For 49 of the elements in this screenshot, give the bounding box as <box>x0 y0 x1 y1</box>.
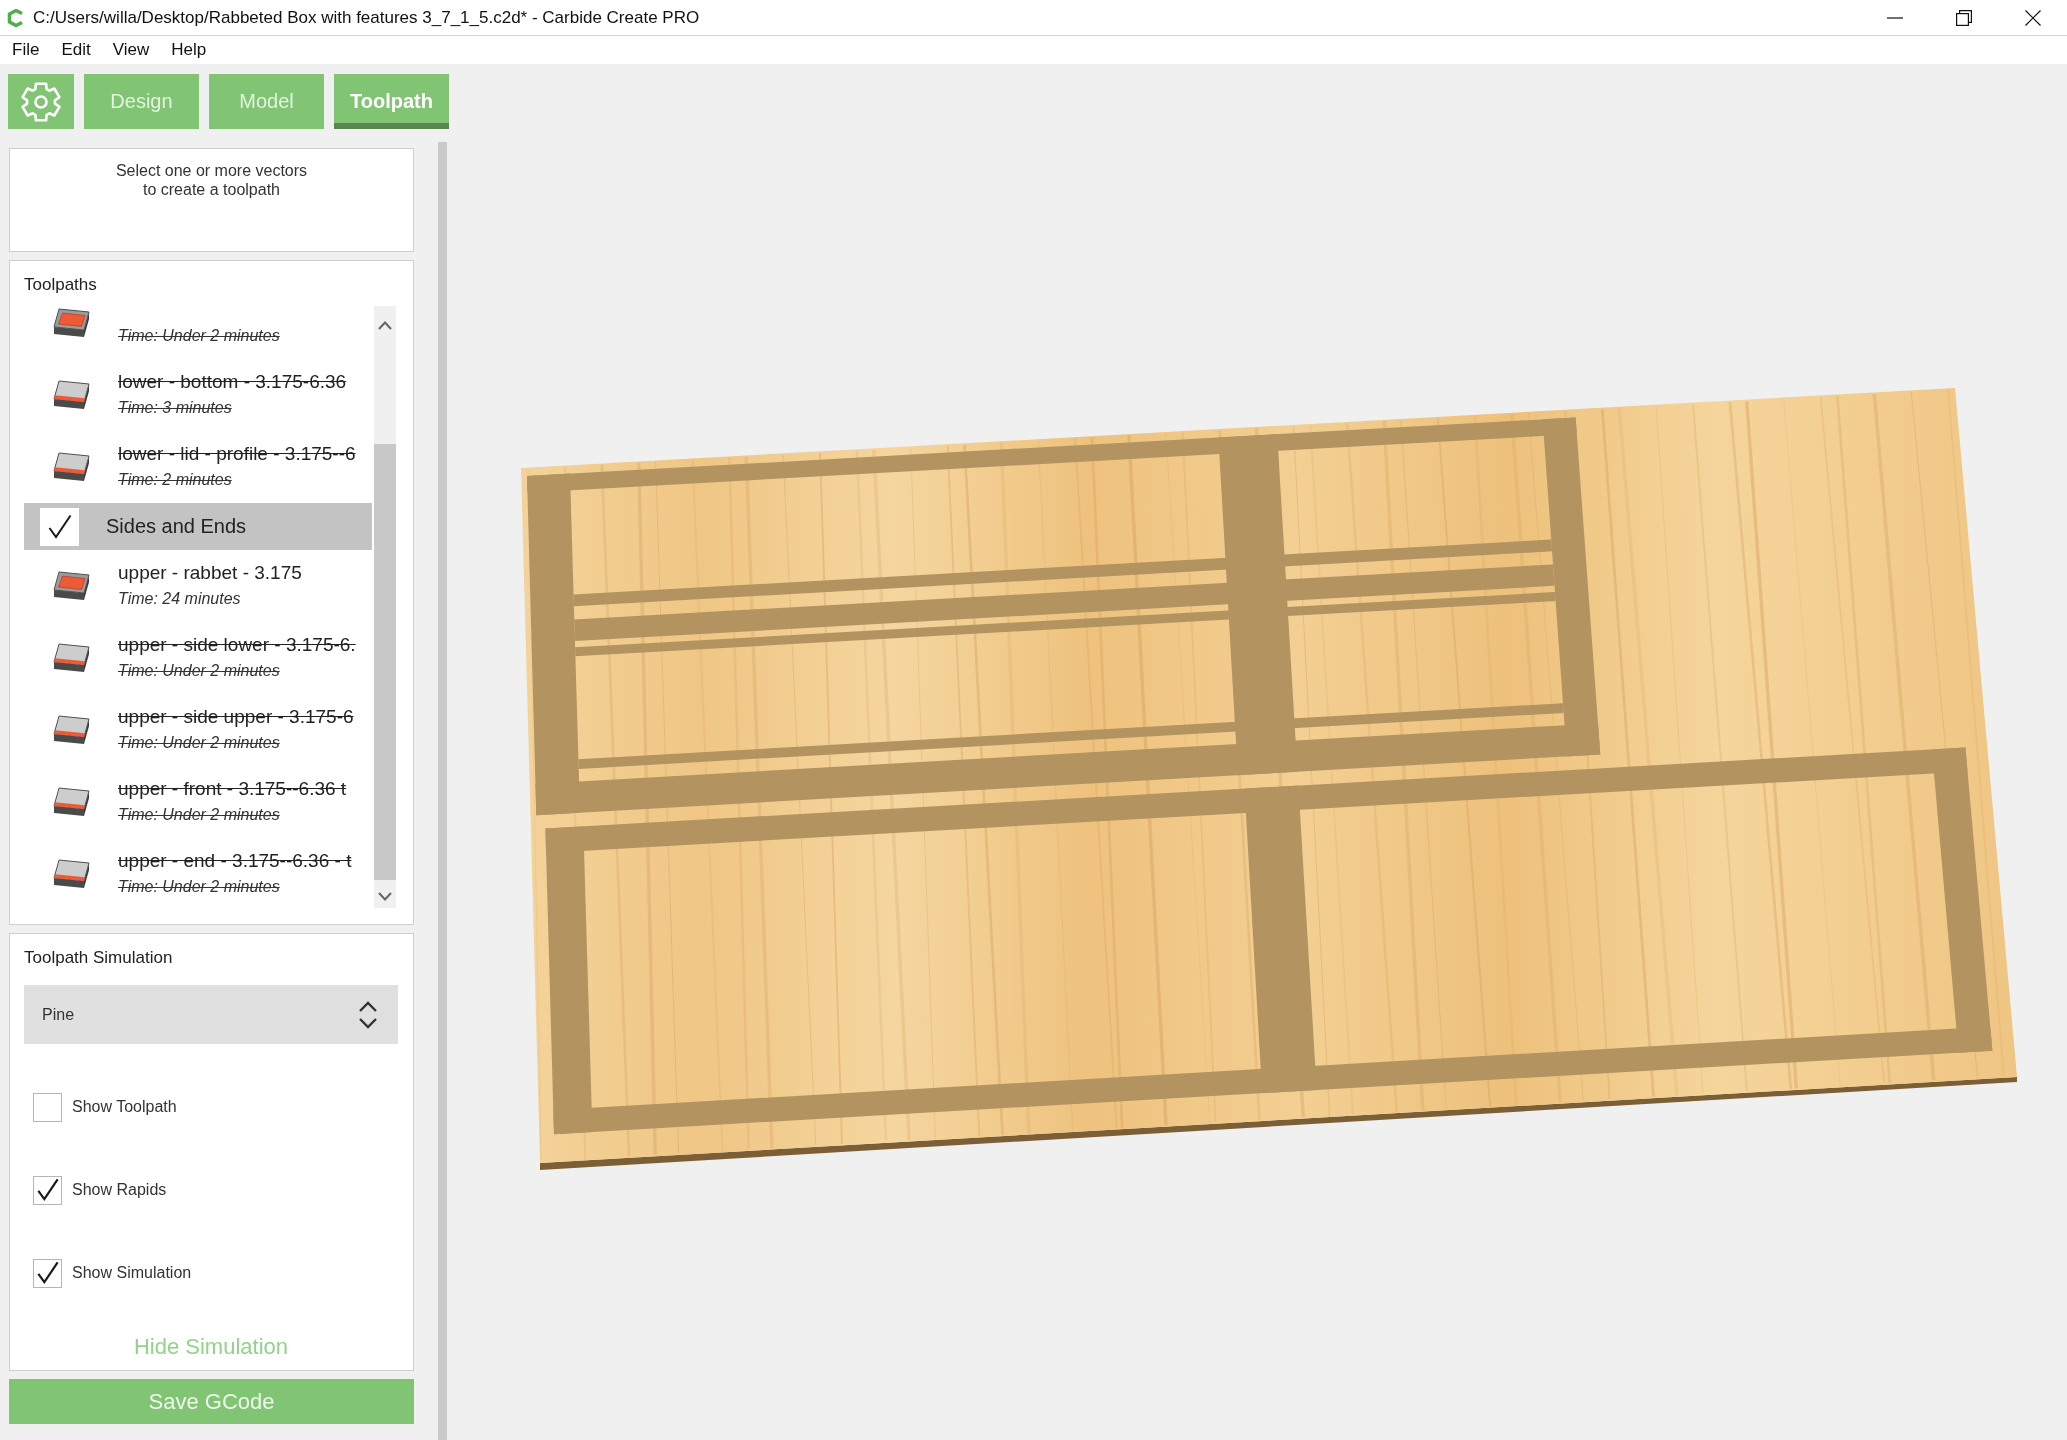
close-icon <box>2024 9 2041 26</box>
checkmark-icon <box>47 513 72 540</box>
block-icon <box>51 569 91 603</box>
restore-icon <box>1955 9 1972 26</box>
list-scrollbar[interactable] <box>374 306 396 908</box>
toolpath-time: Time: Under 2 minutes <box>118 805 280 825</box>
chevron-up-icon[interactable] <box>378 321 392 330</box>
panel-scrollbar[interactable] <box>438 142 447 1440</box>
toolpath-group[interactable]: Sides and Ends <box>24 503 372 550</box>
block-icon <box>51 378 91 412</box>
checkbox[interactable] <box>40 507 79 546</box>
checkbox[interactable] <box>33 1092 62 1122</box>
menu-item[interactable]: File <box>12 40 40 60</box>
checkbox[interactable] <box>33 1258 62 1288</box>
chevron-up-down-icon <box>358 1000 378 1029</box>
checkmark-icon <box>36 1261 59 1285</box>
checkbox-label[interactable]: Show Simulation <box>72 1264 192 1282</box>
section-title: Toolpaths <box>24 274 98 296</box>
toolpath-time: Time: 3 minutes <box>118 398 232 418</box>
app-logo-icon <box>7 8 25 27</box>
window-title: C:/Users/willa/Desktop/Rabbeted Box with features 3_7_1_5.c2d* - Carbide Create PRO <box>33 7 700 28</box>
section-title: Toolpath Simulation <box>24 947 174 969</box>
hint-text: Select one or more vectors to create a toolpath <box>114 161 309 199</box>
block-icon <box>51 857 91 891</box>
checkmark-icon <box>36 1178 59 1202</box>
toolpath-time: Time: Under 2 minutes <box>118 877 280 897</box>
checkbox-label[interactable]: Show Toolpath <box>72 1098 177 1116</box>
toolpath-name[interactable]: upper - rabbet - 3.175 <box>118 560 302 586</box>
toolpath-time: Time: 24 minutes <box>118 589 241 609</box>
checkbox-label[interactable]: Show Rapids <box>72 1181 167 1199</box>
block-icon <box>51 641 91 675</box>
settings-button[interactable] <box>8 74 74 129</box>
toolpath-time: Time: Under 2 minutes <box>118 326 280 346</box>
menu-item[interactable]: Help <box>171 40 207 60</box>
chevron-down-icon[interactable] <box>378 892 392 901</box>
menu-item[interactable]: Edit <box>61 40 91 60</box>
material-dropdown[interactable]: Pine <box>24 985 398 1044</box>
minimize-icon <box>1886 16 1903 19</box>
group-label: Sides and Ends <box>106 515 247 538</box>
toolpath-time: Time: Under 2 minutes <box>118 661 280 681</box>
block-icon <box>51 450 91 484</box>
scrollbar-thumb[interactable] <box>374 444 396 880</box>
block-icon <box>51 306 91 340</box>
menu-item[interactable]: View <box>112 40 150 60</box>
toolpath-time: Time: 2 minutes <box>118 470 232 490</box>
block-icon <box>51 785 91 819</box>
checkbox[interactable] <box>33 1175 62 1205</box>
toolpath-time: Time: Under 2 minutes <box>118 733 280 753</box>
block-icon <box>51 713 91 747</box>
